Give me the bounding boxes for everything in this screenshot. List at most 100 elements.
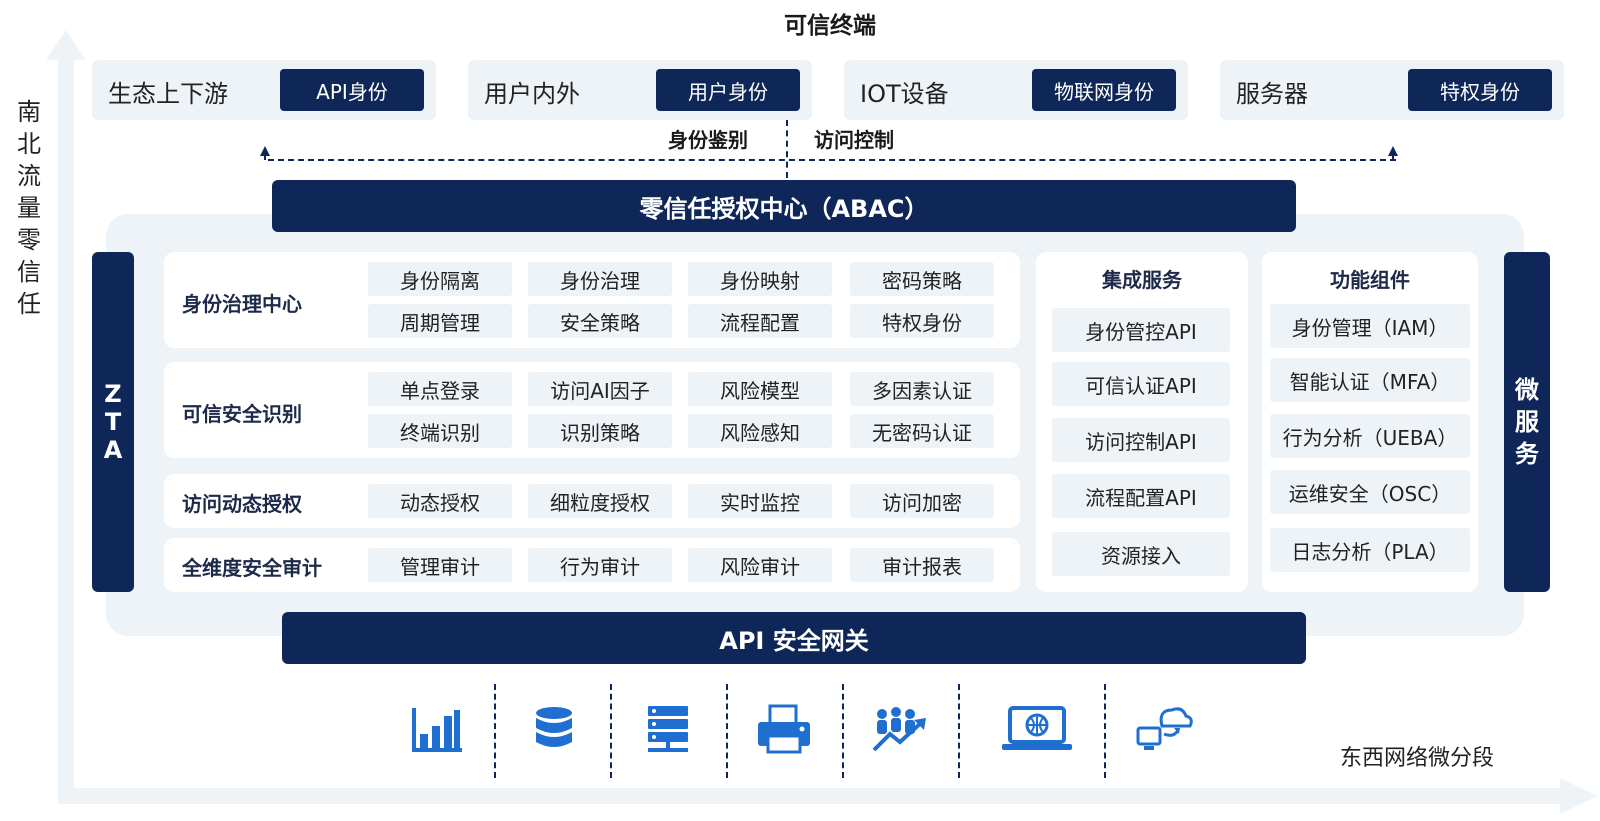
vertical-label-char: 北: [17, 130, 41, 158]
row-label: 全维度安全审计: [182, 556, 322, 580]
vertical-label-char: 南: [17, 98, 41, 126]
top-card-label: 服务器: [1236, 80, 1308, 108]
segment-divider: [1104, 684, 1106, 778]
feature-chip: 多因素认证: [850, 372, 994, 406]
feature-chip: 周期管理: [368, 304, 512, 338]
integration-services-column: 集成服务 身份管控API 可信认证API 访问控制API 流程配置API 资源接…: [1036, 252, 1248, 592]
integration-item: 访问控制API: [1052, 418, 1230, 462]
arrow-up-icon: [1388, 146, 1398, 156]
vertical-label-char: 任: [17, 290, 41, 318]
feature-chip: 身份隔离: [368, 262, 512, 296]
sidebar-char: 服: [1515, 408, 1539, 436]
top-card-iot: IOT设备 物联网身份: [844, 60, 1188, 120]
feature-chip: 管理审计: [368, 548, 512, 582]
printer-icon: [758, 704, 810, 754]
functional-components-column: 功能组件 身份管理（IAM） 智能认证（MFA） 行为分析（UEBA） 运维安全…: [1262, 252, 1478, 592]
security-audit-row: 全维度安全审计 管理审计 行为审计 风险审计 审计报表: [164, 538, 1020, 592]
top-card-label: IOT设备: [860, 80, 949, 108]
arrow-up-icon: [260, 146, 270, 156]
feature-chip: 访问AI因子: [528, 372, 672, 406]
segment-divider: [842, 684, 844, 778]
component-item: 行为分析（UEBA）: [1270, 414, 1470, 458]
feature-chip: 审计报表: [850, 548, 994, 582]
horizontal-axis-arrow: [1560, 778, 1598, 814]
horizontal-axis: [58, 788, 1568, 804]
feature-chip: 行为审计: [528, 548, 672, 582]
identity-governance-row: 身份治理中心 身份隔离 身份治理 身份映射 密码策略 周期管理 安全策略 流程配…: [164, 252, 1020, 348]
sidebar-letter: Z: [104, 380, 122, 408]
segment-divider: [958, 684, 960, 778]
feature-chip: 风险审计: [688, 548, 832, 582]
integration-item: 资源接入: [1052, 532, 1230, 576]
component-item: 运维安全（OSC）: [1270, 470, 1470, 514]
feature-chip: 特权身份: [850, 304, 994, 338]
feature-chip: 单点登录: [368, 372, 512, 406]
zero-trust-center-bar: 零信任授权中心（ABAC）: [272, 180, 1296, 232]
server-rack-icon: [648, 706, 688, 752]
database-icon: [536, 707, 572, 747]
identity-badge: 物联网身份: [1032, 69, 1176, 111]
feature-chip: 细粒度授权: [528, 484, 672, 518]
feature-chip: 无密码认证: [850, 414, 994, 448]
connector-dashed-horizontal: [268, 159, 1396, 161]
vertical-axis: [58, 58, 74, 804]
connector-dashed-vertical: [786, 120, 788, 178]
dynamic-authorization-row: 访问动态授权 动态授权 细粒度授权 实时监控 访问加密: [164, 474, 1020, 528]
identity-badge: 特权身份: [1408, 69, 1552, 111]
trusted-identification-row: 可信安全识别 单点登录 访问AI因子 风险模型 多因素认证 终端识别 识别策略 …: [164, 362, 1020, 458]
vertical-label-char: 流: [17, 162, 41, 190]
identity-auth-label: 身份鉴别: [668, 128, 748, 152]
microservice-sidebar: 微 服 务: [1504, 252, 1550, 592]
identity-badge: API身份: [280, 69, 424, 111]
feature-chip: 身份映射: [688, 262, 832, 296]
vertical-label-char: 零: [17, 226, 41, 254]
feature-chip: 访问加密: [850, 484, 994, 518]
segment-divider: [494, 684, 496, 778]
component-item: 智能认证（MFA）: [1270, 358, 1470, 402]
identity-badge: 用户身份: [656, 69, 800, 111]
column-title: 集成服务: [1102, 268, 1182, 292]
api-gateway-bar: API 安全网关: [282, 612, 1306, 664]
top-card-server: 服务器 特权身份: [1220, 60, 1564, 120]
top-card-label: 用户内外: [484, 80, 580, 108]
integration-item: 流程配置API: [1052, 474, 1230, 518]
sidebar-char: 微: [1515, 376, 1539, 404]
column-title: 功能组件: [1330, 268, 1410, 292]
users-trend-icon: [872, 707, 926, 752]
top-card-label: 生态上下游: [108, 80, 228, 108]
row-label: 可信安全识别: [182, 402, 302, 426]
feature-chip: 实时监控: [688, 484, 832, 518]
integration-item: 可信认证API: [1052, 362, 1230, 406]
page-title: 可信终端: [784, 13, 876, 39]
feature-chip: 安全策略: [528, 304, 672, 338]
vertical-axis-arrow: [46, 30, 86, 60]
feature-chip: 密码策略: [850, 262, 994, 296]
sidebar-letter: A: [103, 436, 123, 464]
vertical-label-char: 信: [17, 258, 41, 286]
feature-chip: 识别策略: [528, 414, 672, 448]
component-item: 日志分析（PLA）: [1270, 528, 1470, 572]
integration-item: 身份管控API: [1052, 308, 1230, 352]
component-item: 身份管理（IAM）: [1270, 304, 1470, 348]
feature-chip: 风险感知: [688, 414, 832, 448]
top-card-ecosystem: 生态上下游 API身份: [92, 60, 436, 120]
row-label: 访问动态授权: [182, 492, 302, 516]
bar-chart-icon: [412, 708, 462, 752]
feature-chip: 风险模型: [688, 372, 832, 406]
segment-divider: [726, 684, 728, 778]
vertical-label-char: 量: [17, 194, 41, 222]
zta-sidebar: Z T A: [92, 252, 134, 592]
segment-divider: [610, 684, 612, 778]
row-label: 身份治理中心: [182, 292, 302, 316]
top-card-users: 用户内外 用户身份: [468, 60, 812, 120]
feature-chip: 身份治理: [528, 262, 672, 296]
sidebar-letter: T: [104, 408, 122, 436]
feature-chip: 动态授权: [368, 484, 512, 518]
sidebar-char: 务: [1515, 440, 1539, 468]
access-control-label: 访问控制: [814, 128, 894, 152]
horizontal-axis-label: 东西网络微分段: [1340, 746, 1495, 771]
feature-chip: 流程配置: [688, 304, 832, 338]
laptop-globe-icon: [1002, 706, 1072, 750]
cloud-computer-icon: [1136, 707, 1193, 750]
feature-chip: 终端识别: [368, 414, 512, 448]
